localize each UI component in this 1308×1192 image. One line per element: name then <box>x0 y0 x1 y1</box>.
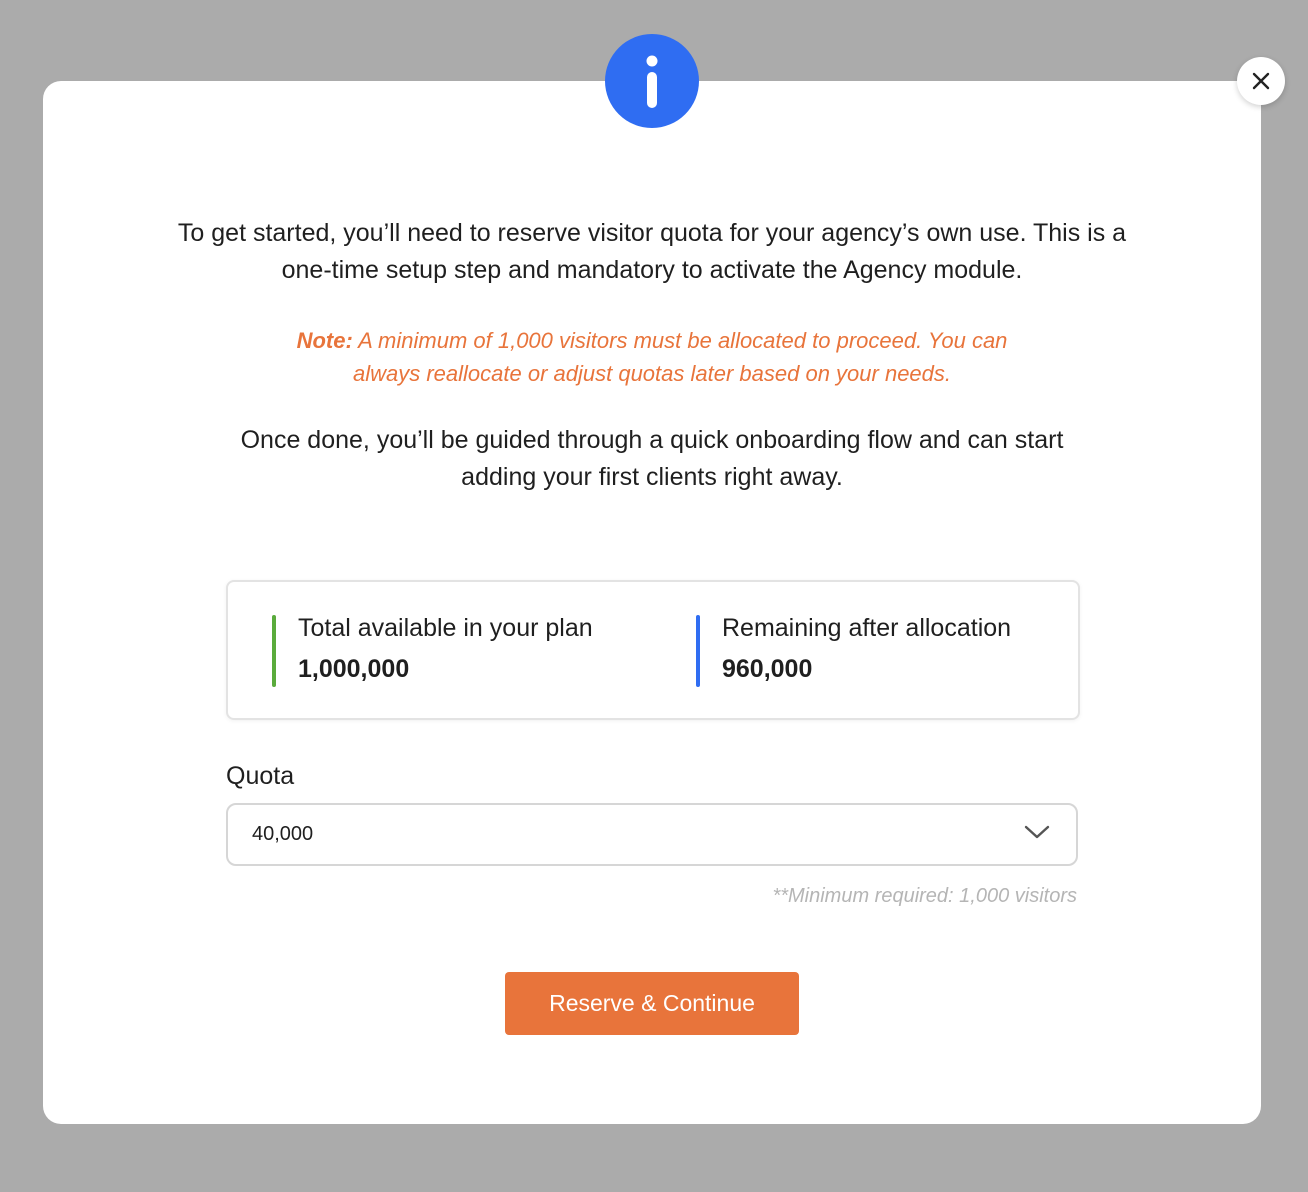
note-line-1: Note: A minimum of 1,000 visitors must b… <box>43 324 1261 357</box>
note-line-2: always reallocate or adjust quotas later… <box>352 361 952 386</box>
note-prefix: Note: <box>296 328 353 353</box>
outro-text: Once done, you’ll be guided through a qu… <box>43 422 1261 496</box>
info-icon <box>605 34 699 128</box>
stat-total-bar <box>272 615 276 687</box>
note-line-1-text: A minimum of 1,000 visitors must be allo… <box>352 328 1008 353</box>
stat-total-label: Total available in your plan <box>298 614 593 642</box>
quota-stats-card: Total available in your plan 1,000,000 R… <box>226 580 1080 720</box>
chevron-down-icon <box>1024 824 1050 840</box>
intro-line-1: To get started, you’ll need to reserve v… <box>177 219 1127 247</box>
stat-remaining-label: Remaining after allocation <box>722 614 1012 642</box>
stat-remaining-bar <box>696 615 700 687</box>
stat-remaining-value: 960,000 <box>722 655 813 683</box>
quota-minimum-hint: **Minimum required: 1,000 visitors <box>772 885 1077 907</box>
intro-text: To get started, you’ll need to reserve v… <box>43 215 1261 289</box>
quota-select[interactable]: 40,000 <box>226 803 1078 866</box>
close-button[interactable] <box>1237 57 1285 105</box>
note-text: Note: A minimum of 1,000 visitors must b… <box>43 324 1261 390</box>
quota-label: Quota <box>226 762 295 790</box>
quota-selected-value: 40,000 <box>252 823 314 845</box>
intro-line-2: one-time setup step and mandatory to act… <box>281 256 1023 284</box>
reserve-quota-modal: To get started, you’ll need to reserve v… <box>43 81 1261 1124</box>
close-icon <box>1252 72 1270 90</box>
outro-line-2: adding your first clients right away. <box>461 463 843 491</box>
stat-total-value: 1,000,000 <box>298 655 410 683</box>
reserve-continue-button[interactable]: Reserve & Continue <box>505 972 799 1035</box>
outro-line-1: Once done, you’ll be guided through a qu… <box>240 426 1064 454</box>
